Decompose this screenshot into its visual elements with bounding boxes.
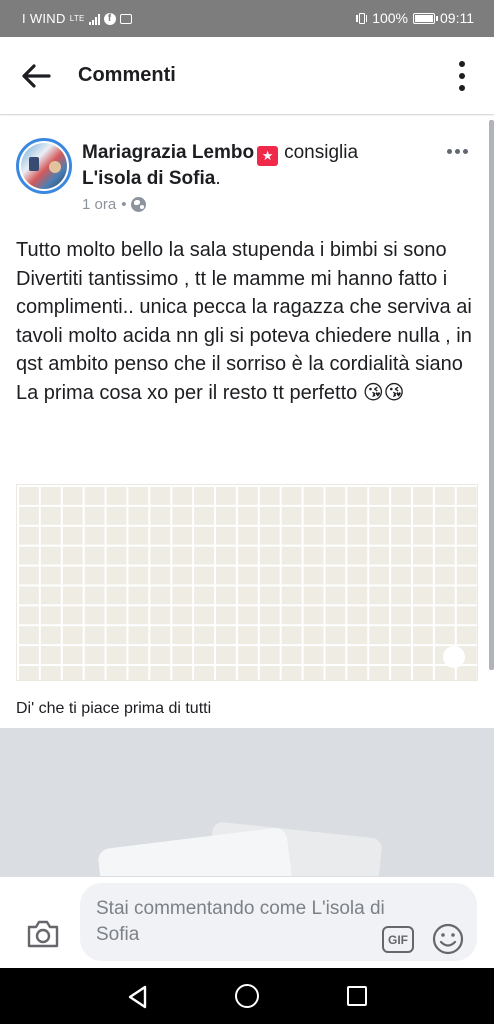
battery-percent: 100% [372, 10, 408, 26]
avatar-image [21, 143, 67, 189]
post-time[interactable]: 1 ora [82, 196, 116, 213]
status-bar-right: 100% 09:11 [356, 10, 474, 26]
vibrate-icon [356, 12, 368, 24]
back-button[interactable] [20, 59, 56, 93]
recommend-star-icon: ★ [257, 146, 279, 166]
globe-icon [131, 197, 147, 212]
smiley-icon [432, 923, 464, 955]
nav-back-icon [128, 985, 147, 1009]
clock: 09:11 [440, 10, 474, 26]
post-card: Mariagrazia Lembo ★ consiglia L'isola di S… [0, 116, 494, 728]
post-more-button[interactable] [447, 149, 468, 154]
map-preview[interactable] [16, 484, 478, 681]
avatar[interactable] [16, 138, 72, 194]
post-meta: 1 ora • [82, 196, 147, 213]
arrow-left-icon [22, 64, 51, 88]
empty-comments-area [0, 728, 494, 876]
more-vertical-icon [459, 61, 465, 67]
app-bar: Commenti [0, 37, 494, 115]
status-bar-left: I WIND LTE f [22, 11, 132, 26]
gallery-notification-icon [119, 13, 132, 24]
gif-button[interactable]: GIF [382, 926, 414, 953]
page-title: Commenti [78, 64, 176, 86]
post-page-link[interactable]: L'isola di Sofia [82, 168, 215, 189]
signal-icon [88, 13, 100, 25]
battery-icon [413, 12, 438, 24]
more-horizontal-icon [447, 149, 452, 154]
post-header: Mariagrazia Lembo ★ consiglia L'isola di S… [82, 140, 422, 192]
post-verb: consiglia [284, 142, 359, 163]
post-text: Tutto molto bello la sala stupenda i bim… [16, 239, 472, 404]
network-type: LTE [69, 14, 85, 23]
nav-home-icon[interactable] [235, 984, 259, 1008]
status-bar: I WIND LTE f 100% 09:11 [0, 0, 494, 37]
system-navigation-bar [0, 968, 494, 1024]
scrollbar[interactable] [489, 120, 494, 670]
carrier-name: I WIND [22, 11, 66, 26]
camera-icon [27, 920, 59, 948]
like-prompt: Di' che ti piace prima di tutti [16, 700, 212, 717]
more-options-button[interactable] [454, 59, 470, 93]
post-page-suffix: . [215, 168, 221, 189]
comment-bubble-illustration-front [97, 826, 293, 876]
comment-input[interactable]: Stai commentando come L'isola di Sofia G… [80, 883, 477, 961]
map-marker-icon [443, 646, 465, 668]
emoji-button[interactable] [431, 922, 465, 956]
meta-separator: • [121, 196, 127, 213]
facebook-notification-icon: f [103, 12, 116, 25]
nav-back-button[interactable] [125, 984, 151, 1010]
post-author[interactable]: Mariagrazia Lembo [82, 142, 254, 163]
camera-button[interactable] [25, 917, 61, 951]
nav-recent-apps-icon[interactable] [347, 986, 367, 1006]
comment-composer: Stai commentando come L'isola di Sofia G… [0, 876, 494, 968]
comment-placeholder: Stai commentando come L'isola di Sofia [96, 898, 385, 945]
